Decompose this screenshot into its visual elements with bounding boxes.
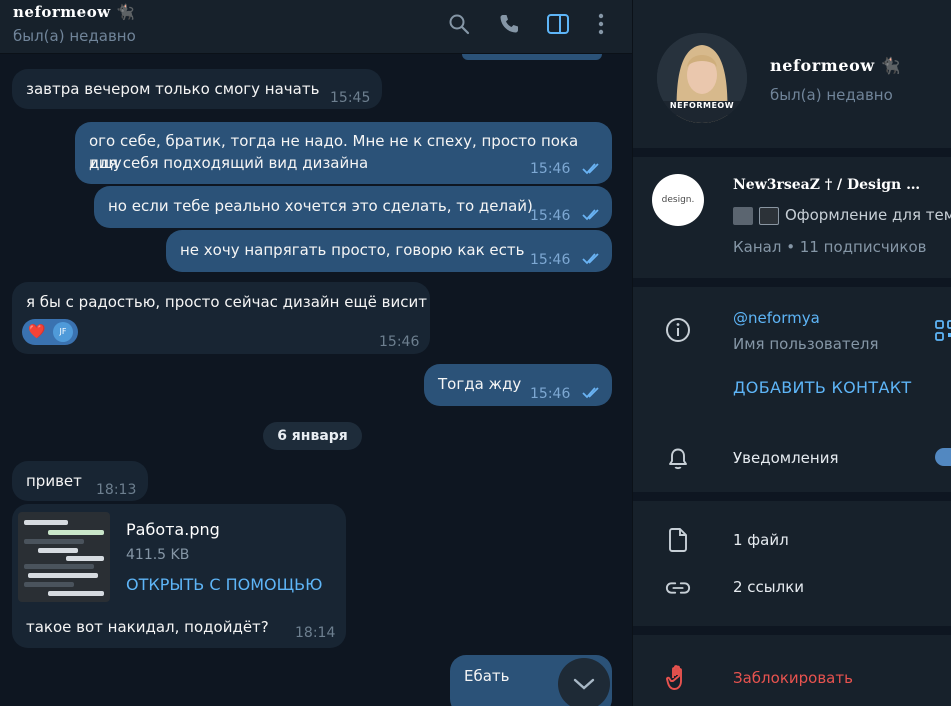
- chevron-down-icon: [573, 678, 595, 690]
- file-size: 411.5 KB: [126, 547, 190, 563]
- divider: [633, 626, 951, 635]
- block-user-button[interactable]: Заблокировать: [733, 669, 853, 687]
- message-outgoing[interactable]: Тогда жду 15:46: [424, 364, 612, 406]
- search-icon: [449, 14, 470, 35]
- channel-title[interactable]: New3rseaZ † / Design …: [733, 177, 951, 193]
- message-text-line2: для себя подходящий вид дизайна: [89, 154, 369, 172]
- message-text: Тогда жду: [438, 375, 522, 393]
- chat-status: был(а) недавно: [13, 27, 136, 45]
- chat-title[interactable]: neformeow 🐈‍⬛: [13, 3, 136, 21]
- sidebar-toggle-button[interactable]: [546, 12, 570, 36]
- info-icon: [665, 317, 691, 343]
- message-text: Ебать: [464, 667, 510, 685]
- date-divider: 6 января: [263, 422, 362, 450]
- profile-status: был(а) недавно: [770, 86, 893, 104]
- double-check-icon: [582, 209, 599, 221]
- message-incoming[interactable]: привет 18:13: [12, 461, 148, 501]
- block-hand-icon: [665, 665, 691, 691]
- username-link[interactable]: @neformya: [733, 309, 820, 327]
- notifications-toggle[interactable]: [935, 448, 951, 466]
- message-text: завтра вечером только смогу начать: [26, 80, 320, 98]
- more-vertical-icon: [598, 13, 604, 35]
- message-text: не хочу напрягать просто, говорю как ест…: [180, 241, 525, 259]
- message-time: 15:46: [530, 208, 571, 224]
- profile-avatar[interactable]: NEFORMEOW: [657, 33, 747, 123]
- qr-code-icon[interactable]: [935, 320, 951, 342]
- double-check-icon: [582, 163, 599, 175]
- double-check-icon: [582, 253, 599, 265]
- message-time: 15:46: [379, 334, 420, 350]
- message-time: 18:14: [295, 625, 336, 641]
- message-time: 18:13: [96, 482, 137, 498]
- message-outgoing[interactable]: ого себе, братик, тогда не надо. Мне не …: [75, 122, 612, 184]
- profile-name: neformeow 🐈‍⬛: [770, 56, 902, 75]
- channel-preview-thumb: [733, 207, 753, 225]
- avatar-caption: NEFORMEOW: [669, 101, 735, 110]
- bell-icon: [665, 445, 691, 471]
- divider: [633, 148, 951, 157]
- message-list[interactable]: завтра вечером только смогу начать 15:45…: [0, 0, 632, 706]
- message-time: 15:46: [530, 161, 571, 177]
- notifications-label: Уведомления: [733, 449, 839, 467]
- channel-description: Оформление для тем: [785, 206, 951, 224]
- files-link[interactable]: 1 файл: [733, 531, 789, 549]
- more-button[interactable]: [589, 12, 613, 36]
- divider: [633, 492, 951, 501]
- heart-icon: ❤️: [28, 324, 46, 340]
- phone-icon: [500, 15, 518, 33]
- message-time: 15:46: [530, 252, 571, 268]
- chat-header[interactable]: neformeow 🐈‍⬛ был(а) недавно: [0, 0, 632, 54]
- scroll-down-button[interactable]: [558, 658, 610, 706]
- reactor-avatar: JF: [53, 322, 73, 342]
- file-caption: такое вот накидал, подойдёт?: [26, 618, 269, 636]
- username-label: Имя пользователя: [733, 335, 879, 353]
- message-text: я бы с радостью, просто сейчас дизайн ещ…: [26, 293, 427, 311]
- search-button[interactable]: [447, 12, 471, 36]
- profile-panel: NEFORMEOW neformeow 🐈‍⬛ был(а) недавно d…: [632, 0, 951, 706]
- divider: [633, 278, 951, 287]
- link-icon: [665, 575, 691, 601]
- links-link[interactable]: 2 ссылки: [733, 578, 804, 596]
- add-contact-button[interactable]: ДОБАВИТЬ КОНТАКТ: [733, 378, 911, 397]
- sidebar-toggle-icon: [547, 14, 569, 34]
- message-text: привет: [26, 472, 82, 490]
- message-incoming[interactable]: завтра вечером только смогу начать 15:45: [12, 69, 382, 109]
- file-thumbnail[interactable]: [18, 512, 110, 602]
- previous-message-edge: [462, 54, 602, 60]
- message-outgoing[interactable]: но если тебе реально хочется это сделать…: [94, 186, 612, 228]
- message-incoming[interactable]: я бы с радостью, просто сейчас дизайн ещ…: [12, 282, 430, 354]
- chat-area: завтра вечером только смогу начать 15:45…: [0, 0, 632, 706]
- message-time: 15:45: [330, 90, 371, 106]
- channel-preview-thumb: [759, 207, 779, 225]
- reaction-heart[interactable]: ❤️ JF: [22, 319, 78, 345]
- call-button[interactable]: [497, 12, 521, 36]
- channel-subscribers: Канал • 11 подписчиков: [733, 238, 927, 256]
- message-outgoing[interactable]: не хочу напрягать просто, говорю как ест…: [166, 230, 612, 272]
- channel-avatar[interactable]: design.: [652, 174, 704, 226]
- telegram-window: завтра вечером только смогу начать 15:45…: [0, 0, 951, 706]
- open-with-link[interactable]: ОТКРЫТЬ С ПОМОЩЬЮ: [126, 574, 322, 596]
- file-name[interactable]: Работа.png: [126, 519, 220, 541]
- double-check-icon: [582, 387, 599, 399]
- message-time: 15:46: [530, 386, 571, 402]
- message-text: но если тебе реально хочется это сделать…: [108, 197, 533, 215]
- file-icon: [665, 527, 691, 553]
